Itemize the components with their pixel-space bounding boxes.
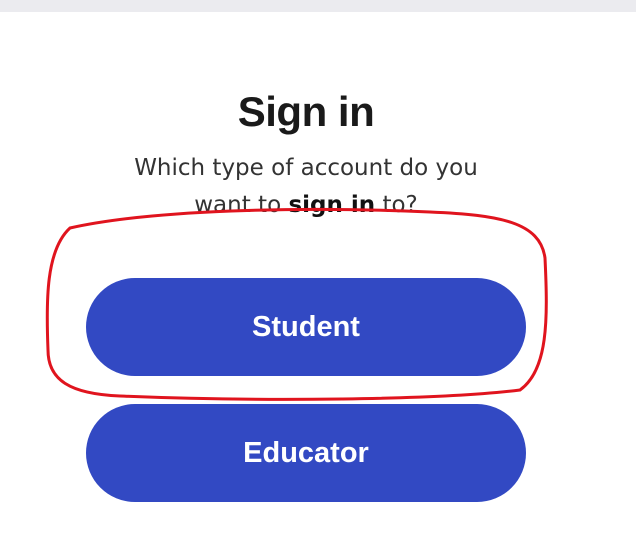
prompt-text-end: to? xyxy=(375,192,418,218)
account-type-prompt: Which type of account do you want to sig… xyxy=(128,150,484,224)
student-button[interactable]: Student xyxy=(86,278,526,376)
prompt-text-bold: sign in xyxy=(288,192,376,218)
page-title: Sign in xyxy=(237,88,375,135)
page-top-strip xyxy=(0,0,636,12)
educator-button[interactable]: Educator xyxy=(86,404,526,502)
